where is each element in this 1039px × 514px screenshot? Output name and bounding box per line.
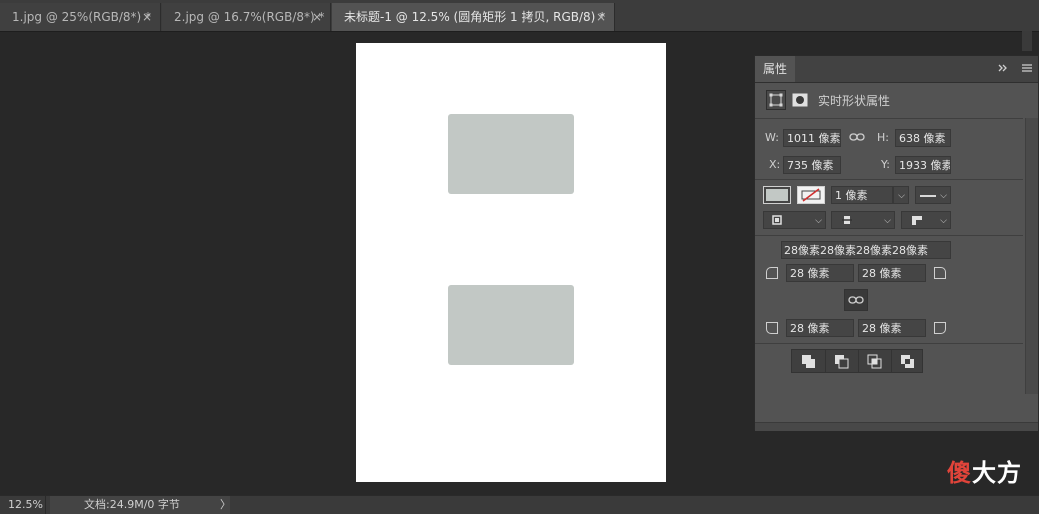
stroke-type-dropdown[interactable]: ⌵ — [915, 186, 951, 204]
panel-scrollbar[interactable] — [1025, 118, 1038, 394]
tab-label: 未标题-1 @ 12.5% (圆角矩形 1 拷贝, RGB/8) * — [344, 10, 606, 24]
top-right-corner-icon — [934, 267, 946, 279]
bottom-right-corner-icon — [934, 322, 946, 334]
close-icon[interactable]: × — [596, 3, 606, 31]
live-shape-transform-icon[interactable] — [766, 90, 786, 110]
stroke-align-dropdown[interactable]: ⌵ — [763, 211, 826, 229]
top-left-radius-field[interactable]: 28 像素 — [786, 264, 854, 282]
y-field[interactable]: 1933 像素 — [895, 156, 951, 174]
stroke-cap-icon — [842, 216, 852, 224]
watermark-rest: 大方 — [972, 459, 1022, 487]
tab-label: 1.jpg @ 25%(RGB/8*) * — [12, 10, 152, 24]
path-operations-group — [791, 349, 923, 373]
panel-resize-handle[interactable] — [755, 422, 1038, 431]
width-label: W: — [765, 131, 779, 144]
divider — [755, 118, 1023, 119]
divider — [755, 343, 1023, 344]
no-stroke-icon — [801, 188, 821, 202]
panel-menu-icon[interactable] — [1021, 62, 1033, 77]
stroke-width-dropdown[interactable]: ⌵ — [893, 186, 909, 204]
watermark-first-char: 傻 — [947, 459, 972, 487]
stroke-line-icon — [920, 195, 936, 197]
chevron-down-icon: ⌵ — [898, 191, 905, 201]
chevron-down-icon: ⌵ — [884, 216, 891, 226]
bottom-left-radius-field[interactable]: 28 像素 — [786, 319, 854, 337]
document-tab-bar: 1.jpg @ 25%(RGB/8*) * × 2.jpg @ 16.7%(RG… — [0, 0, 1039, 32]
exclude-overlap-icon[interactable] — [891, 350, 924, 372]
rounded-rectangle-1[interactable] — [448, 114, 574, 194]
stroke-width-field[interactable]: 1 像素 — [831, 186, 893, 204]
x-label: X: — [769, 158, 781, 171]
bottom-right-radius-field[interactable]: 28 像素 — [858, 319, 926, 337]
document-size-info[interactable]: 文档:24.9M/0 字节 — [50, 496, 230, 514]
watermark-logo: 傻大方 — [947, 458, 1022, 488]
tab-2-jpg[interactable]: 2.jpg @ 16.7%(RGB/8*) * × — [162, 3, 331, 31]
stroke-join-dropdown[interactable]: ⌵ — [901, 211, 951, 229]
fill-color — [766, 189, 788, 201]
chevron-down-icon: ⌵ — [940, 216, 947, 226]
close-icon[interactable]: × — [312, 3, 322, 31]
fill-swatch[interactable] — [763, 186, 791, 204]
stroke-swatch[interactable] — [797, 186, 825, 204]
height-label: H: — [877, 131, 889, 144]
chevron-down-icon: ⌵ — [815, 216, 822, 226]
status-menu-arrow-icon[interactable]: 〉 — [220, 496, 231, 514]
intersect-shapes-icon[interactable] — [858, 350, 892, 372]
panel-header: 属性 — [755, 56, 1038, 83]
tab-1-jpg[interactable]: 1.jpg @ 25%(RGB/8*) * × — [0, 3, 161, 31]
y-label: Y: — [881, 158, 890, 171]
rounded-rectangle-1-copy[interactable] — [448, 285, 574, 365]
stroke-cap-dropdown[interactable]: ⌵ — [831, 211, 895, 229]
subtract-front-shape-icon[interactable] — [825, 350, 859, 372]
double-chevron-right-icon[interactable] — [997, 62, 1009, 77]
close-icon[interactable]: × — [142, 3, 152, 31]
stroke-join-icon — [912, 216, 922, 225]
link-icon — [848, 296, 864, 304]
zoom-level[interactable]: 12.5% — [0, 496, 46, 514]
tab-label: 2.jpg @ 16.7%(RGB/8*) * — [174, 10, 325, 24]
top-right-radius-field[interactable]: 28 像素 — [858, 264, 926, 282]
chevron-down-icon: ⌵ — [940, 191, 947, 201]
stroke-align-icon — [772, 215, 782, 225]
status-bar: 12.5% 文档:24.9M/0 字节 〉 — [0, 495, 1039, 514]
tab-properties[interactable]: 属性 — [755, 56, 795, 82]
link-icon[interactable] — [849, 131, 865, 146]
x-field[interactable]: 735 像素 — [783, 156, 841, 174]
document-canvas[interactable] — [356, 43, 666, 482]
properties-panel: 属性 实时形状属性 W: 1011 像素 H: 638 像素 X: 735 像素… — [754, 55, 1039, 431]
workspace-scrollbar[interactable] — [1022, 31, 1032, 51]
bottom-left-corner-icon — [766, 322, 778, 334]
tab-untitled-1[interactable]: 未标题-1 @ 12.5% (圆角矩形 1 拷贝, RGB/8) * × — [332, 3, 615, 31]
width-field[interactable]: 1011 像素 — [783, 129, 841, 147]
divider — [755, 235, 1023, 236]
all-corners-field[interactable]: 28像素28像素28像素28像素 — [781, 241, 951, 259]
section-title: 实时形状属性 — [818, 94, 891, 108]
top-left-corner-icon — [766, 267, 778, 279]
divider — [755, 179, 1023, 180]
link-corners-button[interactable] — [844, 289, 868, 311]
height-field[interactable]: 638 像素 — [895, 129, 951, 147]
unite-shapes-icon[interactable] — [792, 350, 826, 372]
mask-icon[interactable] — [792, 93, 808, 110]
